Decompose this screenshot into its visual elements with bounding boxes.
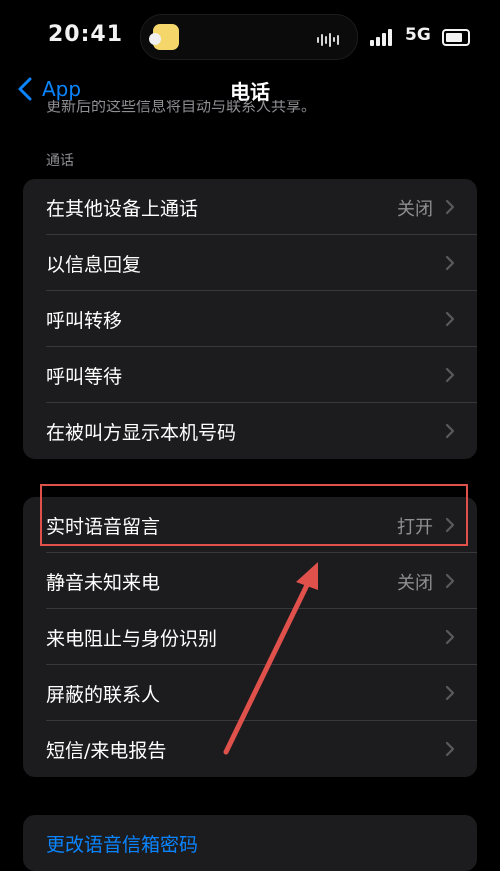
chevron-right-icon xyxy=(445,199,455,215)
row-label: 在被叫方显示本机号码 xyxy=(46,422,237,444)
chevron-right-icon xyxy=(445,573,455,589)
row-label: 更改语音信箱密码 xyxy=(46,834,199,856)
network-type: 5G xyxy=(405,25,431,45)
settings-row[interactable]: 屏蔽的联系人 xyxy=(23,665,477,721)
audio-waveform-icon xyxy=(317,29,345,47)
highlight-box xyxy=(40,484,468,546)
status-bar: 20:41 5G xyxy=(0,0,500,70)
settings-row[interactable]: 呼叫等待 xyxy=(23,347,477,403)
chevron-right-icon xyxy=(445,255,455,271)
row-label: 短信/来电报告 xyxy=(46,740,167,762)
dynamic-island[interactable] xyxy=(140,14,358,60)
settings-row[interactable]: 短信/来电报告 xyxy=(23,721,477,777)
row-label: 来电阻止与身份识别 xyxy=(46,628,218,650)
calls-settings-group: 在其他设备上通话 关闭以信息回复呼叫转移呼叫等待在被叫方显示本机号码 xyxy=(23,179,477,459)
now-playing-app-icon xyxy=(149,24,179,50)
settings-row[interactable]: 在其他设备上通话 关闭 xyxy=(23,179,477,235)
chevron-right-icon xyxy=(445,423,455,439)
row-label: 在其他设备上通话 xyxy=(46,198,199,220)
cellular-signal-icon xyxy=(370,28,396,46)
chevron-right-icon xyxy=(445,629,455,645)
battery-icon xyxy=(442,29,470,46)
row-label: 屏蔽的联系人 xyxy=(46,684,161,706)
status-time: 20:41 xyxy=(48,22,124,47)
row-label: 呼叫等待 xyxy=(46,366,123,388)
row-label: 呼叫转移 xyxy=(46,310,123,332)
settings-row[interactable]: 呼叫转移 xyxy=(23,291,477,347)
settings-row[interactable]: 以信息回复 xyxy=(23,235,477,291)
settings-row[interactable]: 静音未知来电 关闭 xyxy=(23,553,477,609)
change-voicemail-password-link[interactable]: 更改语音信箱密码 xyxy=(23,815,477,871)
footer-note: 更新后的这些信息将自动与联系人共享。 xyxy=(46,100,317,115)
settings-row[interactable]: 来电阻止与身份识别 xyxy=(23,609,477,665)
row-label: 静音未知来电 xyxy=(46,572,161,594)
section-header-calls: 通话 xyxy=(46,153,74,169)
chevron-right-icon xyxy=(445,311,455,327)
chevron-right-icon xyxy=(445,741,455,757)
row-value: 关闭 xyxy=(397,573,433,594)
row-value: 关闭 xyxy=(397,199,433,220)
chevron-right-icon xyxy=(445,685,455,701)
row-label: 以信息回复 xyxy=(46,254,142,276)
chevron-right-icon xyxy=(445,367,455,383)
settings-row[interactable]: 在被叫方显示本机号码 xyxy=(23,403,477,459)
voicemail-group: 更改语音信箱密码 xyxy=(23,815,477,871)
